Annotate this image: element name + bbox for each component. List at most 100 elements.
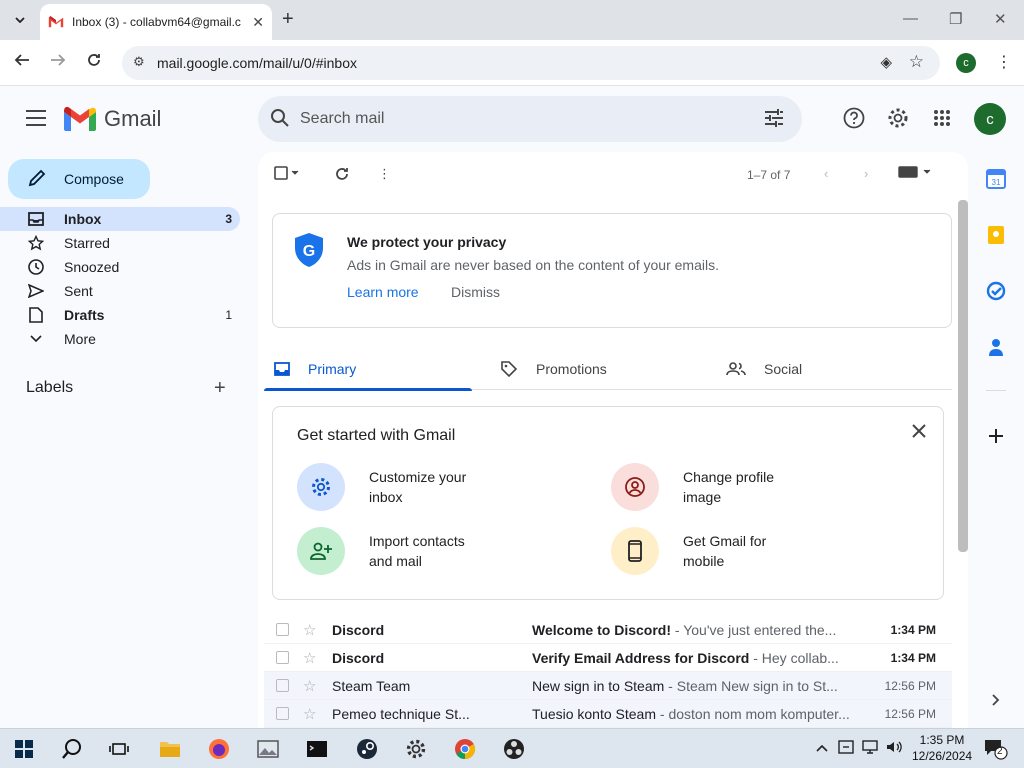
network-icon[interactable] bbox=[862, 740, 880, 757]
nav-item-snoozed[interactable]: Snoozed bbox=[0, 255, 240, 279]
gmail-logo[interactable]: Gmail bbox=[64, 106, 161, 132]
newer-page-icon[interactable]: ‹ bbox=[824, 166, 828, 181]
tasks-icon[interactable] bbox=[984, 279, 1008, 303]
email-row[interactable]: ☆ Discord Welcome to Discord! - You've j… bbox=[264, 616, 952, 644]
keep-icon[interactable] bbox=[984, 223, 1008, 247]
expand-panel-icon[interactable] bbox=[984, 688, 1008, 712]
volume-icon[interactable] bbox=[886, 740, 902, 757]
tray-expand-icon[interactable] bbox=[816, 740, 828, 755]
close-window-button[interactable]: ✕ bbox=[994, 10, 1007, 28]
close-tab-icon[interactable]: ✕ bbox=[252, 14, 264, 31]
search-input[interactable] bbox=[300, 106, 740, 132]
account-icon bbox=[611, 463, 659, 511]
nav-item-starred[interactable]: Starred bbox=[0, 231, 240, 255]
settings-gear-icon[interactable] bbox=[886, 106, 910, 130]
card-line2: inbox bbox=[369, 489, 403, 505]
terminal-icon[interactable] bbox=[305, 737, 329, 761]
input-tools-icon[interactable] bbox=[898, 166, 932, 181]
older-page-icon[interactable]: › bbox=[864, 166, 868, 181]
bookmark-star-icon[interactable]: ☆ bbox=[909, 52, 924, 72]
email-row[interactable]: ☆ Pemeo technique St... Tuesio konto Ste… bbox=[264, 700, 952, 728]
close-icon[interactable] bbox=[911, 423, 927, 444]
tab-primary[interactable]: Primary bbox=[264, 348, 472, 391]
main-scrollbar[interactable] bbox=[958, 200, 968, 552]
get-started-card: Get started with Gmail Customize your inb… bbox=[272, 406, 944, 600]
dismiss-button[interactable]: Dismiss bbox=[451, 284, 500, 300]
nav-item-inbox[interactable]: Inbox 3 bbox=[0, 207, 240, 231]
address-bar[interactable]: ⚙ mail.google.com/mail/u/0/#inbox ◈ ☆ bbox=[122, 46, 940, 80]
tab-search-button[interactable] bbox=[6, 6, 34, 34]
obs-icon[interactable] bbox=[502, 737, 526, 761]
reload-button[interactable] bbox=[86, 52, 102, 73]
search-options-icon[interactable] bbox=[764, 109, 784, 132]
update-tray-icon[interactable] bbox=[838, 740, 854, 757]
tag-icon bbox=[500, 360, 518, 378]
import-contacts-card[interactable]: Import contacts and mail bbox=[297, 527, 489, 575]
settings-gear-icon[interactable] bbox=[404, 737, 428, 761]
privacy-title: We protect your privacy bbox=[347, 234, 507, 250]
row-checkbox[interactable] bbox=[276, 651, 289, 664]
clock-date: 12/26/2024 bbox=[912, 749, 973, 763]
notification-center-icon[interactable]: 2 bbox=[984, 738, 1008, 763]
row-checkbox[interactable] bbox=[276, 623, 289, 636]
url-text[interactable]: mail.google.com/mail/u/0/#inbox bbox=[157, 55, 357, 71]
minimize-button[interactable]: — bbox=[903, 10, 918, 27]
firefox-icon[interactable] bbox=[207, 737, 231, 761]
main-menu-icon[interactable] bbox=[26, 110, 46, 126]
new-tab-button[interactable]: + bbox=[282, 8, 294, 31]
browser-profile-avatar[interactable]: c bbox=[956, 53, 976, 73]
apps-grid-icon[interactable] bbox=[930, 106, 954, 130]
star-icon[interactable]: ☆ bbox=[303, 649, 316, 667]
help-icon[interactable] bbox=[842, 106, 866, 130]
extension-icon[interactable]: ◈ bbox=[880, 53, 892, 71]
shield-icon: G bbox=[293, 232, 325, 273]
back-button[interactable] bbox=[14, 52, 30, 73]
restore-button[interactable]: ❐ bbox=[949, 10, 962, 28]
nav-item-drafts[interactable]: Drafts 1 bbox=[0, 303, 240, 327]
row-checkbox[interactable] bbox=[276, 679, 289, 692]
email-row[interactable]: ☆ Steam Team New sign in to Steam - Stea… bbox=[264, 672, 952, 700]
nav-label: Sent bbox=[64, 283, 93, 299]
gear-icon bbox=[297, 463, 345, 511]
gmail-mobile-card[interactable]: Get Gmail for mobile bbox=[611, 527, 803, 575]
refresh-icon[interactable] bbox=[334, 166, 350, 185]
nav-item-more[interactable]: More bbox=[0, 327, 240, 351]
change-profile-card[interactable]: Change profile image bbox=[611, 463, 803, 511]
add-addon-icon[interactable] bbox=[984, 424, 1008, 448]
image-viewer-icon[interactable] bbox=[256, 737, 280, 761]
steam-icon[interactable] bbox=[355, 737, 379, 761]
task-view-icon[interactable] bbox=[107, 737, 131, 761]
star-icon[interactable]: ☆ bbox=[303, 621, 316, 639]
contacts-icon[interactable] bbox=[984, 335, 1008, 359]
email-row[interactable]: ☆ Discord Verify Email Address for Disco… bbox=[264, 644, 952, 672]
chrome-icon[interactable] bbox=[453, 737, 477, 761]
file-explorer-icon[interactable] bbox=[158, 737, 182, 761]
notification-count: 2 bbox=[997, 746, 1003, 757]
calendar-icon[interactable]: 31 bbox=[984, 167, 1008, 191]
system-clock[interactable]: 1:35 PM 12/26/2024 bbox=[912, 732, 972, 764]
search-icon[interactable] bbox=[270, 108, 290, 133]
account-avatar[interactable]: c bbox=[974, 103, 1006, 135]
search-icon[interactable] bbox=[60, 737, 84, 761]
nav-item-sent[interactable]: Sent bbox=[0, 279, 240, 303]
tab-promotions[interactable]: Promotions bbox=[490, 348, 698, 390]
row-checkbox[interactable] bbox=[276, 707, 289, 720]
clock-time: 1:35 PM bbox=[919, 733, 965, 747]
side-panel-divider bbox=[986, 390, 1006, 391]
star-icon[interactable]: ☆ bbox=[303, 677, 316, 695]
card-line2: mobile bbox=[683, 553, 725, 569]
site-info-icon[interactable]: ⚙ bbox=[133, 54, 145, 70]
browser-menu-icon[interactable]: ⋮ bbox=[996, 52, 1012, 72]
browser-tab-gmail[interactable]: Inbox (3) - collabvm64@gmail.c ✕ bbox=[40, 4, 272, 40]
gmail-favicon-icon bbox=[48, 16, 64, 28]
customize-inbox-card[interactable]: Customize your inbox bbox=[297, 463, 489, 511]
star-icon[interactable]: ☆ bbox=[303, 705, 316, 723]
add-label-icon[interactable]: + bbox=[214, 377, 226, 400]
select-all-checkbox[interactable] bbox=[274, 166, 300, 183]
tab-social[interactable]: Social bbox=[716, 348, 924, 390]
more-options-icon[interactable]: ⋮ bbox=[378, 166, 391, 182]
compose-button[interactable]: Compose bbox=[8, 159, 150, 199]
learn-more-link[interactable]: Learn more bbox=[347, 284, 419, 300]
windows-start-icon[interactable] bbox=[12, 737, 36, 761]
forward-button[interactable] bbox=[50, 52, 66, 73]
